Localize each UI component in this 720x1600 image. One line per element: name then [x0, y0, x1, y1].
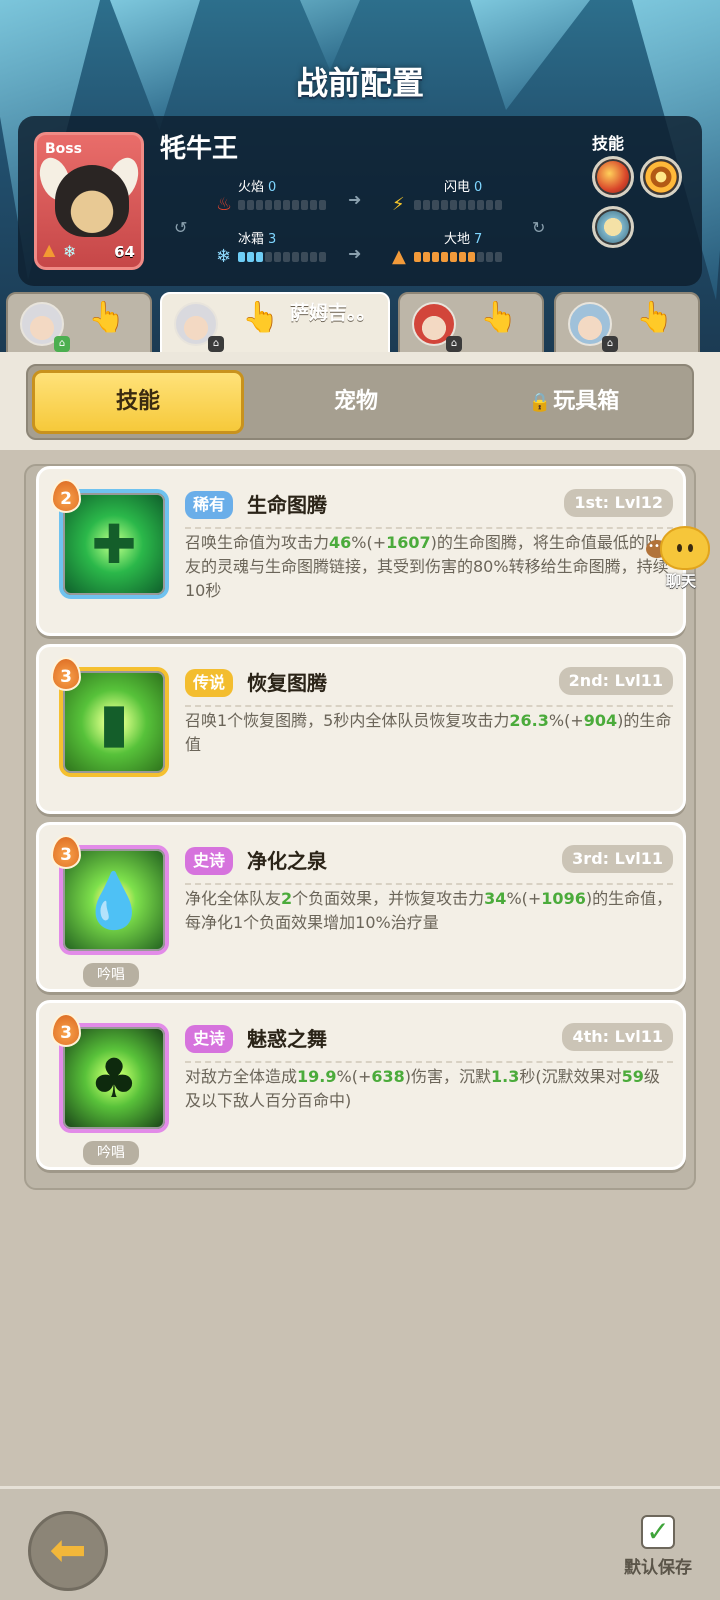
- dancer-icon: ♣: [89, 1047, 139, 1110]
- tap-hand-icon: 👆: [636, 300, 674, 335]
- tap-hand-icon: 👆: [88, 300, 126, 335]
- mountain-icon: ▲: [392, 246, 406, 267]
- stat-fire-label: 火焰: [238, 180, 265, 195]
- stat-frost-bar: [238, 252, 326, 262]
- hero-role-badge: ⌂: [208, 336, 224, 352]
- cycle-arrow-icon: ➜: [348, 244, 362, 263]
- cycle-arrow-icon: ↺: [174, 218, 188, 237]
- hero-tab-1[interactable]: ⌂ 👆: [6, 292, 152, 354]
- stat-earth-bar: [414, 252, 502, 262]
- hero-role-badge: ⌂: [54, 336, 70, 352]
- lightning-icon: ⚡: [392, 194, 405, 215]
- cycle-arrow-icon: ↻: [532, 218, 546, 237]
- bottom-bar: ⬅ ✓ 默认保存: [0, 1486, 720, 1600]
- skill-list: ✚ 2 稀有 生命图腾 1st: Lvl12 召唤生命值为攻击力46%(+160…: [24, 464, 696, 1190]
- stat-frost-label: 冰霜: [238, 232, 265, 247]
- stat-frost-value: 3: [268, 232, 277, 247]
- chant-tag: 吟唱: [83, 963, 139, 987]
- page-title: 战前配置: [295, 64, 424, 102]
- stat-lightning-bar: [414, 200, 502, 210]
- skill-name: 魅惑之舞: [247, 1027, 327, 1051]
- skill-order-level: 2nd: Lvl11: [558, 667, 673, 695]
- skill-tier-badge: 3: [51, 835, 81, 869]
- divider: [185, 705, 673, 707]
- totem-icon: ▮: [99, 691, 129, 754]
- skill-tier-badge: 3: [51, 1013, 81, 1047]
- boss-skills-label: 技能: [591, 134, 624, 153]
- stat-earth-label: 大地: [444, 232, 471, 247]
- checkbox-checked-icon[interactable]: ✓: [641, 1515, 675, 1549]
- skill-name: 生命图腾: [247, 493, 327, 517]
- mountain-icon: ▲: [43, 240, 56, 259]
- hero-tab-4[interactable]: ⌂ 👆: [554, 292, 700, 354]
- hero-tab-2[interactable]: ⌂ 👆 萨姆吉。。: [160, 292, 390, 360]
- fire-ring-skill-icon[interactable]: [640, 156, 682, 198]
- back-arrow-icon: ⬅: [49, 1525, 87, 1576]
- skill-description: 对敌方全体造成19.9%(+638)伤害，沉默1.3秒(沉默效果对59级及以下敌…: [185, 1067, 660, 1110]
- skill-rarity: 史诗: [185, 1025, 234, 1053]
- skill-card[interactable]: 💧 3 吟唱 史诗 净化之泉 3rd: Lvl11 净化全体队友2个负面效果，并…: [36, 822, 686, 992]
- boss-panel: Boss ▲ ❄ 64 牦牛王 ♨ 火焰 0 ⚡ 闪电 0 ❄ 冰霜 3 ▲ 大地 7 …: [18, 116, 702, 286]
- skill-description: 净化全体队友2个负面效果，并恢复攻击力34%(+1096)的生命值，每净化1个负…: [185, 889, 673, 932]
- chat-button[interactable]: ••• 聊天: [646, 526, 716, 590]
- tab-toybox-label: 玩具箱: [553, 389, 620, 414]
- fire-icon: ♨: [216, 194, 233, 215]
- skill-name: 净化之泉: [247, 849, 327, 873]
- skill-tier-badge: 2: [51, 479, 81, 513]
- skill-order-level: 1st: Lvl12: [564, 489, 673, 517]
- earth-shield-skill-icon[interactable]: [592, 206, 634, 248]
- hero-role-badge: ⌂: [602, 336, 618, 352]
- lock-icon: 🔒: [528, 392, 552, 413]
- save-label: 默认保存: [624, 1558, 692, 1578]
- stat-fire-bar: [238, 200, 326, 210]
- boss-name: 牦牛王: [160, 134, 239, 164]
- skill-description: 召唤1个恢复图腾，5秒内全体队员恢复攻击力26.3%(+904)的生命值: [185, 711, 672, 754]
- back-button[interactable]: ⬅: [28, 1511, 108, 1591]
- skill-order-level: 3rd: Lvl11: [562, 845, 673, 873]
- cycle-arrow-icon: ➜: [348, 190, 362, 209]
- skill-card[interactable]: ▮ 3 传说 恢复图腾 2nd: Lvl11 召唤1个恢复图腾，5秒内全体队员恢…: [36, 644, 686, 814]
- boss-tag: Boss: [45, 141, 82, 157]
- skill-card[interactable]: ♣ 3 吟唱 史诗 魅惑之舞 4th: Lvl11 对敌方全体造成19.9%(+…: [36, 1000, 686, 1170]
- skill-tier-badge: 3: [51, 657, 81, 691]
- skill-rarity: 史诗: [185, 847, 234, 875]
- skill-rarity: 传说: [185, 669, 234, 697]
- chat-label: 聊天: [665, 572, 696, 590]
- snowflake-icon: ❄: [63, 242, 77, 261]
- stat-lightning-label: 闪电: [444, 180, 471, 195]
- tab-skills[interactable]: 技能: [32, 370, 244, 434]
- chant-tag: 吟唱: [83, 1141, 139, 1165]
- tap-hand-icon: 👆: [480, 300, 518, 335]
- divider: [185, 883, 673, 885]
- smiley-icon: [660, 526, 710, 570]
- fire-skill-icon[interactable]: [592, 156, 634, 198]
- skill-order-level: 4th: Lvl11: [562, 1023, 673, 1051]
- hero-tab-3[interactable]: ⌂ 👆: [398, 292, 544, 354]
- snowflake-icon: ❄: [216, 246, 232, 267]
- divider: [185, 1061, 673, 1063]
- hero-role-badge: ⌂: [446, 336, 462, 352]
- default-save-toggle[interactable]: ✓ 默认保存: [618, 1515, 698, 1578]
- tab-pets[interactable]: 宠物: [250, 370, 462, 434]
- stat-fire-value: 0: [268, 180, 277, 195]
- stat-lightning-value: 0: [474, 180, 483, 195]
- skill-name: 恢复图腾: [247, 671, 327, 695]
- boss-portrait[interactable]: Boss ▲ ❄ 64: [34, 132, 144, 270]
- divider: [185, 527, 673, 529]
- skill-card[interactable]: ✚ 2 稀有 生命图腾 1st: Lvl12 召唤生命值为攻击力46%(+160…: [36, 466, 686, 636]
- tap-hand-icon: 👆: [242, 300, 280, 335]
- yak-king-avatar: [55, 165, 129, 237]
- hero-name: 萨姆吉。。: [290, 302, 376, 324]
- stat-earth-value: 7: [474, 232, 483, 247]
- boss-level: 64: [114, 243, 135, 261]
- skill-description: 召唤生命值为攻击力46%(+1607)的生命图腾，将生命值最低的队友的灵魂与生命…: [185, 533, 669, 600]
- droplet-icon: 💧: [80, 869, 148, 932]
- skill-rarity: 稀有: [185, 491, 234, 519]
- totem-icon: ✚: [91, 513, 137, 576]
- category-tabs: 技能 宠物 🔒玩具箱: [26, 364, 694, 440]
- tab-toybox[interactable]: 🔒玩具箱: [468, 370, 680, 434]
